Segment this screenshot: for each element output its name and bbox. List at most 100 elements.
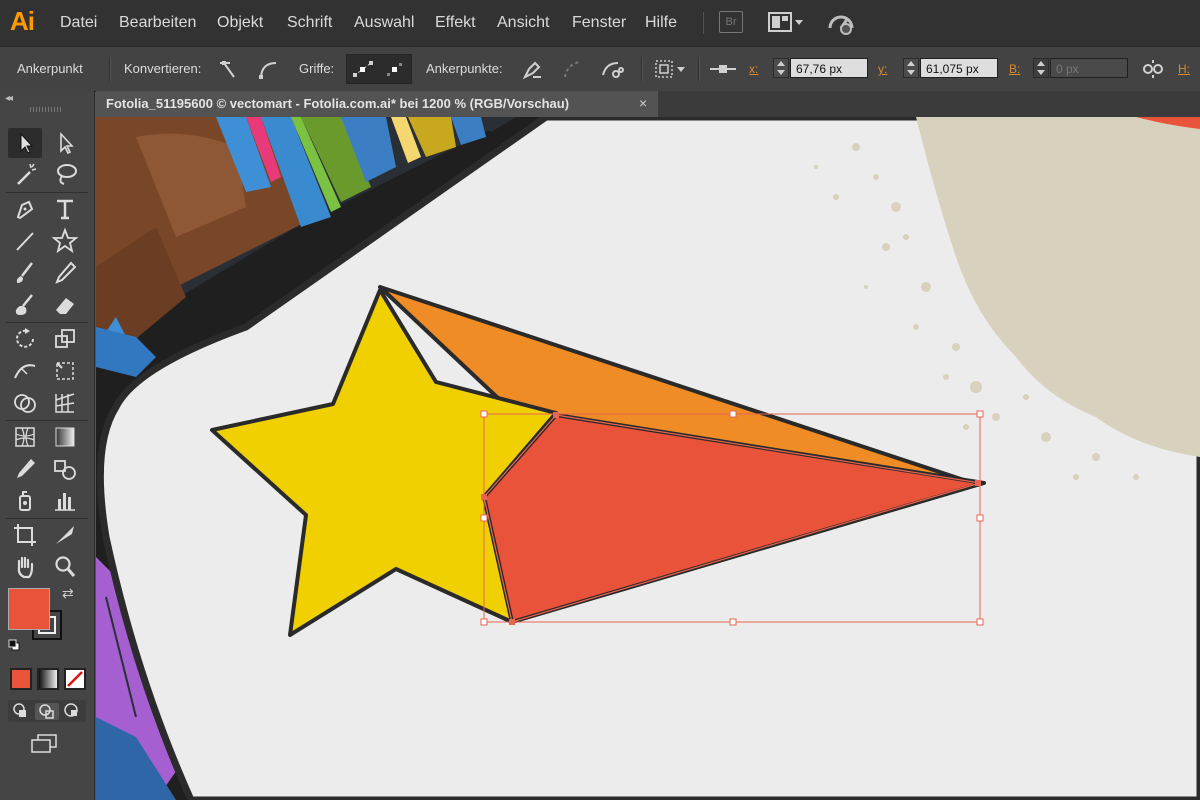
width-input[interactable]: 0 px [1050,58,1128,78]
hide-handles-icon[interactable] [383,57,407,81]
drawing-modes [8,700,86,722]
bbox-handle[interactable] [976,618,984,626]
separator [698,57,700,81]
default-colors-icon[interactable] [8,638,20,651]
separator [702,12,704,34]
separator [6,518,88,519]
bbox-handle[interactable] [480,514,488,522]
bbox-handle[interactable] [976,514,984,522]
separator [109,57,111,81]
bbox-handle[interactable] [480,618,488,626]
menu-bar: Ai Datei Bearbeiten Objekt Schrift Auswa… [0,0,1200,46]
column-graph-tool-icon[interactable] [48,486,82,516]
x-input[interactable]: 67,76 px [790,58,868,78]
y-input[interactable]: 61,075 px [920,58,998,78]
constrain-proportions-icon[interactable] [1141,57,1165,81]
free-transform-tool-icon[interactable] [48,356,82,386]
screen-mode-icon[interactable] [28,732,60,754]
eyedropper-tool-icon[interactable] [8,454,42,484]
remove-anchor-icon[interactable] [519,57,543,81]
menu-fenster[interactable]: Fenster [572,14,626,32]
scale-tool-icon[interactable] [48,324,82,354]
anchor-point[interactable] [481,494,487,500]
cut-path-icon[interactable] [600,57,624,81]
width-stepper[interactable] [1033,58,1049,78]
document-tab-title: Fotolia_51195600 © vectomart - Fotolia.c… [106,96,570,111]
arrange-documents-icon[interactable] [768,12,804,39]
fill-color-swatch[interactable] [8,588,50,630]
bbox-handle[interactable] [480,410,488,418]
bbox-handle[interactable] [976,410,984,418]
menu-bearbeiten[interactable]: Bearbeiten [119,14,196,32]
artwork [96,117,1200,800]
bridge-icon[interactable]: Br [719,11,743,33]
menu-hilfe[interactable]: Hilfe [645,14,677,32]
eraser-tool-icon[interactable] [48,290,82,320]
document-tab-bar: Fotolia_51195600 © vectomart - Fotolia.c… [96,91,1200,117]
app-logo: Ai [10,6,35,36]
type-tool-icon[interactable] [48,194,82,224]
handles-label: Griffe: [299,61,335,76]
none-mode-icon[interactable] [64,668,86,690]
hand-tool-icon[interactable] [8,552,42,582]
gradient-tool-icon[interactable] [48,422,82,452]
star-tool-icon[interactable] [48,226,82,256]
x-stepper[interactable] [773,58,789,78]
anchor-point[interactable] [975,480,981,486]
gradient-mode-icon[interactable] [37,668,59,690]
zoom-tool-icon[interactable] [48,552,82,582]
line-tool-icon[interactable] [8,226,42,256]
pencil-tool-icon[interactable] [48,258,82,288]
y-label: y: [878,62,888,76]
bbox-handle[interactable] [729,618,737,626]
control-panel: Ankerpunkt Konvertieren: Griffe: Ankerpu… [0,46,1200,92]
blob-brush-tool-icon[interactable] [8,290,42,320]
menu-effekt[interactable]: Effekt [435,14,476,32]
separator [6,420,88,421]
anchor-point[interactable] [553,412,559,418]
shape-builder-tool-icon[interactable] [8,388,42,418]
collapse-panel-icon[interactable]: ◂◂ [5,93,13,104]
artboard-canvas[interactable] [96,117,1200,800]
anchors-label: Ankerpunkte: [426,61,503,76]
blend-tool-icon[interactable] [48,454,82,484]
selection-tool-icon[interactable] [8,128,42,158]
menu-datei[interactable]: Datei [60,14,97,32]
direct-selection-tool-icon[interactable] [48,128,82,158]
color-mode-icon[interactable] [10,668,32,690]
y-stepper[interactable] [903,58,919,78]
reference-point-icon[interactable] [708,57,738,81]
artboard-tool-icon[interactable] [8,520,42,550]
show-handles-icon[interactable] [351,57,375,81]
magic-wand-tool-icon[interactable] [8,160,42,190]
menu-objekt[interactable]: Objekt [217,14,263,32]
menu-schrift[interactable]: Schrift [287,14,332,32]
symbol-sprayer-tool-icon[interactable] [8,486,42,516]
bbox-handle[interactable] [729,410,737,418]
swap-colors-icon[interactable]: ⇄ [62,585,74,602]
mesh-tool-icon[interactable] [8,422,42,452]
perspective-grid-tool-icon[interactable] [48,388,82,418]
menu-ansicht[interactable]: Ansicht [497,14,549,32]
width-tool-icon[interactable] [8,356,42,386]
anchor-point[interactable] [509,619,515,625]
document-tab[interactable]: Fotolia_51195600 © vectomart - Fotolia.c… [96,91,658,117]
panel-grip[interactable] [30,107,62,112]
bridge-label: Br [725,16,737,28]
pen-tool-icon[interactable] [8,194,42,224]
convert-to-smooth-icon[interactable] [256,57,280,81]
convert-label: Konvertieren: [124,61,202,76]
lasso-tool-icon[interactable] [48,160,82,190]
convert-to-corner-icon[interactable] [216,57,240,81]
gpu-performance-icon[interactable] [826,10,856,41]
isolate-object-icon[interactable] [652,57,688,81]
slice-tool-icon[interactable] [48,520,82,550]
separator [6,322,88,323]
rotate-tool-icon[interactable] [8,324,42,354]
mode-label: Ankerpunkt [17,61,83,76]
tools-panel: ◂◂ ⇄ [0,91,95,800]
paintbrush-tool-icon[interactable] [8,258,42,288]
connect-anchors-icon[interactable] [561,57,585,81]
menu-auswahl[interactable]: Auswahl [354,14,414,32]
close-tab-icon[interactable]: × [639,95,647,111]
